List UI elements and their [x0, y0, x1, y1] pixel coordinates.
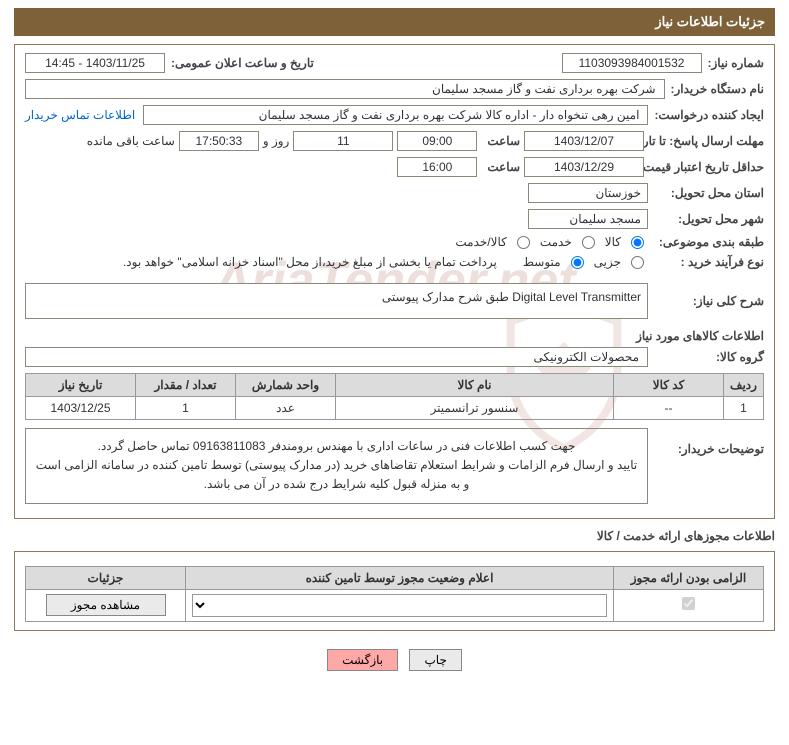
province-value: خوزستان	[528, 183, 648, 203]
td-row: 1	[724, 397, 764, 420]
response-deadline-label: مهلت ارسال پاسخ: تا تاریخ:	[654, 134, 764, 148]
buyer-org-label: نام دستگاه خریدار:	[671, 82, 765, 96]
need-number-label: شماره نیاز:	[708, 56, 764, 70]
classification-goods-radio[interactable]	[631, 236, 644, 249]
buyer-notes-line2: تایید و ارسال فرم الزامات و شرایط استعلا…	[34, 456, 639, 494]
remaining-label: ساعت باقی مانده	[87, 134, 175, 148]
th-details: جزئیات	[26, 566, 186, 589]
time-label-2: ساعت	[487, 160, 520, 174]
back-button[interactable]: بازگشت	[327, 649, 398, 671]
license-section-title: اطلاعات مجوزهای ارائه خدمت / کالا	[14, 529, 775, 543]
response-date-value: 1403/12/07	[524, 131, 644, 151]
announce-label: تاریخ و ساعت اعلان عمومی:	[171, 56, 314, 70]
td-name: سنسور ترانسمیتر	[336, 397, 614, 420]
th-qty: تعداد / مقدار	[136, 374, 236, 397]
mandatory-checkbox	[682, 597, 695, 610]
classification-label: طبقه بندی موضوعی:	[654, 235, 764, 249]
description-label: شرح کلی نیاز:	[654, 294, 764, 308]
footer-buttons: چاپ بازگشت	[14, 641, 775, 679]
process-partial-radio[interactable]	[631, 256, 644, 269]
td-status	[186, 589, 614, 621]
th-date: تاریخ نیاز	[26, 374, 136, 397]
goods-table: ردیف کد کالا نام کالا واحد شمارش تعداد /…	[25, 373, 764, 420]
need-number-value: 1103093984001532	[562, 53, 702, 73]
time-label-1: ساعت	[487, 134, 520, 148]
countdown-value: 17:50:33	[179, 131, 259, 151]
response-time-value: 09:00	[397, 131, 477, 151]
goods-group-label: گروه کالا:	[654, 350, 764, 364]
days-after-label: روز و	[263, 134, 290, 148]
page-title-bar: جزئیات اطلاعات نیاز	[14, 8, 775, 36]
th-status: اعلام وضعیت مجوز توسط تامین کننده	[186, 566, 614, 589]
th-row: ردیف	[724, 374, 764, 397]
need-details-section: AriaTender.net شماره نیاز: 1103093984001…	[14, 44, 775, 519]
classification-service-radio[interactable]	[582, 236, 595, 249]
price-validity-label: حداقل تاریخ اعتبار قیمت: تا تاریخ:	[654, 160, 764, 174]
td-qty: 1	[136, 397, 236, 420]
license-header-row: الزامی بودن ارائه مجوز اعلام وضعیت مجوز …	[26, 566, 764, 589]
th-unit: واحد شمارش	[236, 374, 336, 397]
td-code: --	[614, 397, 724, 420]
classification-both-label: کالا/خدمت	[455, 235, 506, 249]
td-unit: عدد	[236, 397, 336, 420]
th-mandatory: الزامی بودن ارائه مجوز	[614, 566, 764, 589]
buyer-contact-link[interactable]: اطلاعات تماس خریدار	[25, 108, 135, 122]
price-validity-date-value: 1403/12/29	[524, 157, 644, 177]
page-title: جزئیات اطلاعات نیاز	[655, 14, 765, 29]
announce-value: 1403/11/25 - 14:45	[25, 53, 165, 73]
price-validity-time-value: 16:00	[397, 157, 477, 177]
requester-label: ایجاد کننده درخواست:	[654, 108, 764, 122]
th-name: نام کالا	[336, 374, 614, 397]
city-value: مسجد سلیمان	[528, 209, 648, 229]
license-table: الزامی بودن ارائه مجوز اعلام وضعیت مجوز …	[25, 566, 764, 622]
td-date: 1403/12/25	[26, 397, 136, 420]
td-details: مشاهده مجوز	[26, 589, 186, 621]
th-code: کد کالا	[614, 374, 724, 397]
process-type-label: نوع فرآیند خرید :	[654, 255, 764, 269]
license-row: مشاهده مجوز	[26, 589, 764, 621]
classification-both-radio[interactable]	[517, 236, 530, 249]
classification-goods-label: کالا	[605, 235, 621, 249]
td-mandatory	[614, 589, 764, 621]
process-partial-label: جزیی	[594, 255, 621, 269]
buyer-notes-label: توضیحات خریدار:	[654, 428, 764, 456]
description-value: Digital Level Transmitter طبق شرح مدارک …	[25, 283, 648, 319]
days-remaining-value: 11	[293, 131, 393, 151]
view-license-button[interactable]: مشاهده مجوز	[46, 594, 166, 616]
buyer-notes-box: جهت کسب اطلاعات فنی در ساعات اداری با مه…	[25, 428, 648, 504]
table-header-row: ردیف کد کالا نام کالا واحد شمارش تعداد /…	[26, 374, 764, 397]
status-select[interactable]	[192, 594, 607, 617]
process-medium-radio[interactable]	[571, 256, 584, 269]
province-label: استان محل تحویل:	[654, 186, 764, 200]
process-medium-label: متوسط	[523, 255, 561, 269]
requester-value: امین رهی تنخواه دار - اداره کالا شرکت به…	[143, 105, 648, 125]
print-button[interactable]: چاپ	[409, 649, 461, 671]
city-label: شهر محل تحویل:	[654, 212, 764, 226]
classification-service-label: خدمت	[540, 235, 572, 249]
license-section: الزامی بودن ارائه مجوز اعلام وضعیت مجوز …	[14, 551, 775, 631]
buyer-org-value: شرکت بهره برداری نفت و گاز مسجد سلیمان	[25, 79, 665, 99]
buyer-notes-line1: جهت کسب اطلاعات فنی در ساعات اداری با مه…	[34, 437, 639, 456]
process-note: پرداخت تمام یا بخشی از مبلغ خرید،از محل …	[123, 255, 497, 269]
table-row: 1 -- سنسور ترانسمیتر عدد 1 1403/12/25	[26, 397, 764, 420]
goods-info-title: اطلاعات کالاهای مورد نیاز	[25, 329, 764, 343]
goods-group-value: محصولات الکترونیکی	[25, 347, 648, 367]
